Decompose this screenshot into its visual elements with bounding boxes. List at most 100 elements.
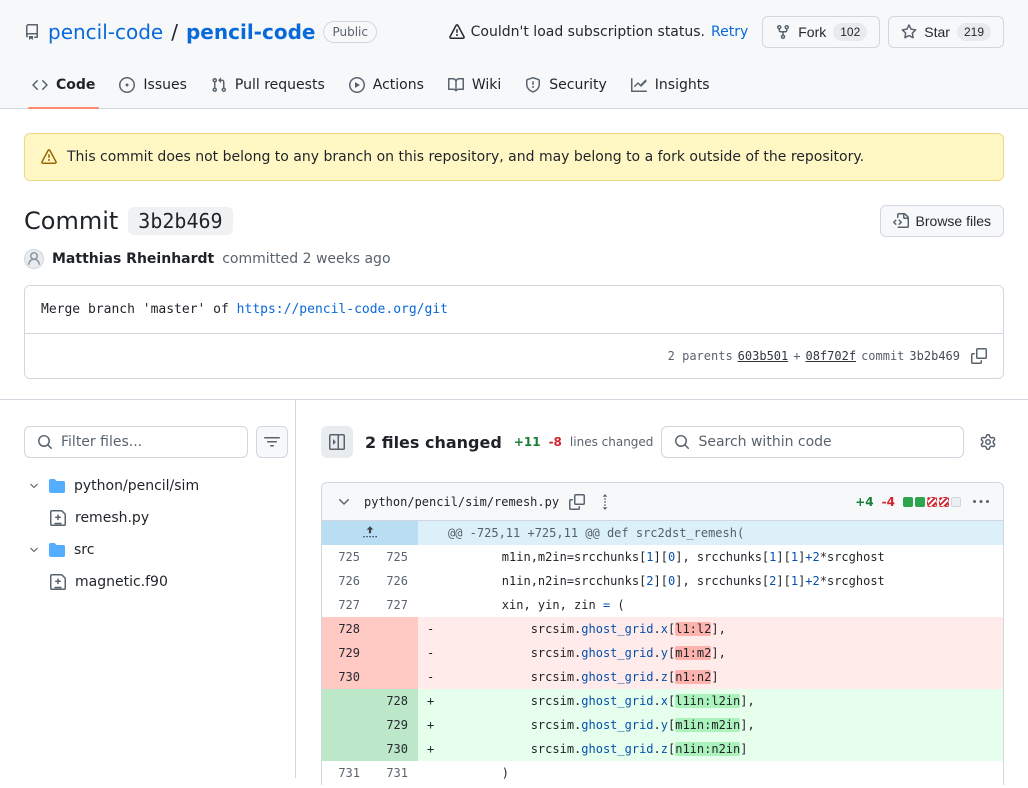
tab-actions[interactable]: Actions	[341, 62, 432, 108]
code-line: srcsim.ghost_grid.x[l1in:l2in],	[444, 689, 1003, 713]
tab-pull-requests[interactable]: Pull requests	[203, 62, 333, 108]
tree-item-remesh-py[interactable]: remesh.py	[24, 502, 271, 534]
file-deletions: -4	[882, 495, 895, 509]
file-tree: python/pencil/simremesh.py src magnetic.f9…	[24, 470, 271, 598]
fork-label: Fork	[798, 24, 826, 40]
diff-settings-button[interactable]	[972, 426, 1004, 458]
diff-marker: -	[418, 665, 444, 689]
drag-handle[interactable]	[595, 492, 615, 512]
repo-name-link[interactable]: pencil-code	[186, 20, 315, 44]
commit-message-text: Merge branch 'master' of	[41, 302, 237, 317]
tab-label: Insights	[655, 77, 710, 93]
diff-line-add: 728+ srcsim.ghost_grid.x[l1in:l2in],	[322, 689, 1003, 713]
lines-changed-label: lines changed	[570, 435, 654, 449]
tree-item-src[interactable]: src	[24, 534, 271, 566]
old-line-number[interactable]: 726	[322, 569, 370, 593]
tree-item-label: src	[74, 542, 94, 558]
repo-nav-tabs: Code Issues Pull requests Actions WikiSecuri…	[16, 62, 1012, 108]
copy-path-button[interactable]	[567, 492, 587, 512]
retry-link[interactable]: Retry	[711, 24, 748, 40]
diff-block-add	[915, 497, 925, 507]
deletions-count: -8	[549, 435, 562, 449]
diff-marker	[418, 545, 444, 569]
new-line-number[interactable]: 727	[370, 593, 418, 617]
diff-marker	[418, 761, 444, 785]
new-line-number[interactable]	[370, 617, 418, 641]
sidebar-collapse-icon	[329, 434, 345, 450]
parent-2-link[interactable]: 08f702f	[805, 349, 856, 363]
old-line-number[interactable]: 727	[322, 593, 370, 617]
tab-code[interactable]: Code	[24, 62, 103, 108]
old-line-number[interactable]	[322, 689, 370, 713]
old-line-number[interactable]: 725	[322, 545, 370, 569]
search-icon	[674, 434, 690, 450]
file-options-button[interactable]	[969, 492, 993, 512]
collapse-file-button[interactable]	[332, 490, 356, 514]
repo-header: pencil-code / pencil-code Public Couldn'…	[0, 0, 1028, 109]
additions-count: +11	[514, 435, 541, 449]
collapse-sidebar-button[interactable]	[321, 426, 353, 458]
diff-file-path[interactable]: python/pencil/sim/remesh.py	[364, 495, 559, 509]
tab-security[interactable]: Security	[517, 62, 615, 108]
parent-1-link[interactable]: 603b501	[738, 349, 789, 363]
header-actions: Couldn't load subscription status. Retry…	[449, 16, 1004, 48]
old-line-number[interactable]: 730	[322, 665, 370, 689]
old-line-number[interactable]	[322, 737, 370, 761]
code-line: )	[444, 761, 1003, 785]
new-line-number[interactable]: 728	[370, 689, 418, 713]
expand-hunk-button[interactable]	[322, 521, 418, 545]
repo-owner-link[interactable]: pencil-code	[48, 20, 163, 44]
star-icon	[901, 24, 917, 40]
diff-marker: +	[418, 737, 444, 761]
new-line-number[interactable]: 731	[370, 761, 418, 785]
code-line: xin, yin, zin = (	[444, 593, 1003, 617]
filter-icon	[264, 434, 280, 450]
browse-files-button[interactable]: Browse files	[880, 205, 1004, 237]
new-line-number[interactable]: 729	[370, 713, 418, 737]
issue-icon	[119, 77, 135, 93]
breadcrumb-separator: /	[171, 20, 178, 44]
subscription-warning-text: Couldn't load subscription status.	[471, 24, 705, 40]
old-line-number[interactable]	[322, 713, 370, 737]
diff-marker: -	[418, 641, 444, 665]
copy-icon	[971, 348, 987, 364]
file-tree-sidebar: python/pencil/simremesh.py src magnetic.f9…	[0, 400, 296, 778]
new-line-number[interactable]: 730	[370, 737, 418, 761]
new-line-number[interactable]	[370, 641, 418, 665]
code-search-input[interactable]	[698, 434, 951, 450]
file-filter-button[interactable]	[256, 426, 288, 458]
chevron-down-icon	[336, 494, 352, 510]
avatar[interactable]	[24, 249, 44, 269]
tree-item-magnetic-f90[interactable]: magnetic.f90	[24, 566, 271, 598]
code-search-field[interactable]	[661, 426, 964, 458]
old-line-number[interactable]: 731	[322, 761, 370, 785]
diff-line-context: 726726 n1in,n2in=srcchunks[2][0], srcchu…	[322, 569, 1003, 593]
copy-sha-button[interactable]	[965, 348, 987, 364]
tab-insights[interactable]: Insights	[623, 62, 718, 108]
tab-issues[interactable]: Issues	[111, 62, 195, 108]
diff-block-del	[927, 497, 937, 507]
file-filter-field[interactable]	[24, 426, 248, 458]
code-line: srcsim.ghost_grid.y[m1in:m2in],	[444, 713, 1003, 737]
tab-label: Actions	[373, 77, 424, 93]
diff-block-neutral	[951, 497, 961, 507]
new-line-number[interactable]: 725	[370, 545, 418, 569]
tab-wiki[interactable]: Wiki	[440, 62, 509, 108]
diff-marker: -	[418, 617, 444, 641]
new-line-number[interactable]: 726	[370, 569, 418, 593]
star-button[interactable]: Star 219	[888, 16, 1004, 48]
old-line-number[interactable]: 729	[322, 641, 370, 665]
commit-message-box: Merge branch 'master' of https://pencil-…	[24, 285, 1004, 379]
tab-label: Issues	[143, 77, 187, 93]
fork-button[interactable]: Fork 102	[762, 16, 880, 48]
commit-full-sha: 3b2b469	[909, 349, 960, 363]
new-line-number[interactable]	[370, 665, 418, 689]
file-filter-input[interactable]	[61, 434, 235, 450]
old-line-number[interactable]: 728	[322, 617, 370, 641]
commit-heading: Commit	[24, 207, 118, 235]
diff-line-del: 729- srcsim.ghost_grid.y[m1:m2],	[322, 641, 1003, 665]
tree-item-python-pencil-sim[interactable]: python/pencil/sim	[24, 470, 271, 502]
author-name[interactable]: Matthias Rheinhardt	[52, 251, 214, 267]
commit-message-link[interactable]: https://pencil-code.org/git	[237, 302, 448, 317]
chevron-down-icon	[28, 544, 40, 556]
